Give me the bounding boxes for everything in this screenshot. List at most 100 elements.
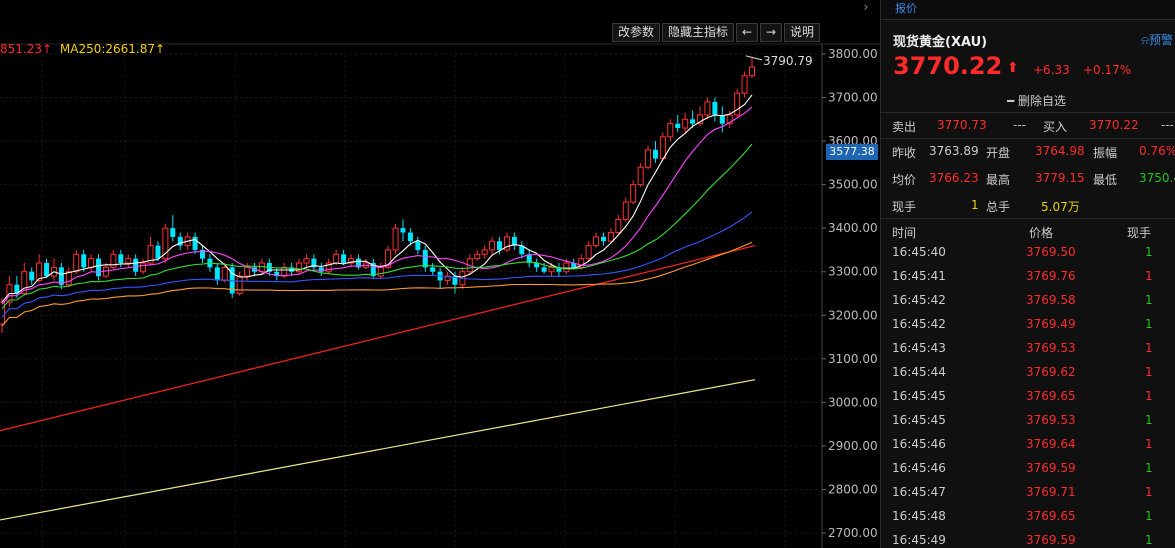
high-annotation: 3790.79 xyxy=(763,54,813,68)
candle-body xyxy=(110,253,117,268)
candle-body xyxy=(704,101,711,116)
amplitude-value: 0.76% xyxy=(1139,144,1175,158)
arrow-right-icon[interactable]: → xyxy=(759,23,782,42)
tick-row: 16:45:41 3769.76 1 xyxy=(881,265,1175,289)
candle-body xyxy=(593,236,600,247)
tick-price: 3769.65 xyxy=(1026,389,1076,403)
candle-body xyxy=(682,118,689,129)
candle-body xyxy=(675,123,681,129)
arrow-left-icon[interactable]: ← xyxy=(735,23,758,42)
tick-volume: 1 xyxy=(1145,437,1153,451)
sell-volume: --- xyxy=(1013,118,1026,132)
ma10-line xyxy=(1,106,753,305)
tick-volume: 1 xyxy=(1145,509,1153,523)
candle-body xyxy=(192,236,198,250)
tick-price: 3769.50 xyxy=(1026,245,1076,259)
candle-body xyxy=(281,266,288,277)
tick-price: 3769.58 xyxy=(1026,293,1076,307)
candle-body xyxy=(44,263,50,277)
candle-body xyxy=(377,266,384,277)
help-button[interactable]: 说明 xyxy=(783,23,820,42)
prev-close-value: 3763.89 xyxy=(929,144,979,158)
low-label: 最低 xyxy=(1093,173,1118,187)
remove-favorite-button[interactable]: ━ 删除自选 xyxy=(1007,92,1066,109)
tick-row: 16:45:47 3769.71 1 xyxy=(881,481,1175,505)
candle-body xyxy=(333,253,340,264)
open-value: 3764.98 xyxy=(1035,144,1085,158)
candle-body xyxy=(652,149,658,159)
tick-volume: 1 xyxy=(1145,413,1153,427)
tick-time: 16:45:42 xyxy=(892,293,946,307)
candle-body xyxy=(481,249,488,255)
candle-body xyxy=(489,240,496,251)
tick-volume: 1 xyxy=(1145,317,1153,331)
sell-value: 3770.73 xyxy=(937,118,987,132)
tick-price: 3769.49 xyxy=(1026,317,1076,331)
tick-row: 16:45:40 3769.50 1 xyxy=(881,241,1175,265)
candle-body xyxy=(541,267,547,272)
ma-long-line xyxy=(0,245,756,432)
tick-volume: 1 xyxy=(1145,341,1153,355)
candle-body xyxy=(155,245,161,259)
candle-body xyxy=(29,271,35,281)
tick-price: 3769.59 xyxy=(1026,461,1076,475)
tick-volume: 1 xyxy=(1145,245,1153,259)
candle-body xyxy=(430,267,436,272)
kline-chart-svg[interactable]: 3800.003700.003600.003500.003400.003300.… xyxy=(0,0,880,548)
arrow-up-icon: ⬆ xyxy=(1007,60,1019,76)
buy-value: 3770.22 xyxy=(1089,118,1139,132)
asset-name: 现货黄金(XAU) xyxy=(893,35,988,50)
tick-time: 16:45:41 xyxy=(892,269,946,283)
candle-body xyxy=(170,228,176,237)
y-axis-label: 3000.00 xyxy=(828,395,878,409)
chevron-right-icon[interactable]: › xyxy=(856,0,876,18)
tick-volume: 1 xyxy=(1145,293,1153,307)
ma-legend: 851.23↑ MA250:2661.87↑ xyxy=(0,42,169,56)
candle-body xyxy=(659,136,666,160)
candle-body xyxy=(415,241,421,250)
high-value: 3779.15 xyxy=(1035,171,1085,185)
high-marker xyxy=(745,55,763,61)
tick-price: 3769.71 xyxy=(1026,485,1076,499)
alert-button[interactable]: ⍾预警 xyxy=(1141,31,1173,48)
candle-body xyxy=(118,254,124,264)
candle-body xyxy=(400,228,406,233)
y-axis-label: 3500.00 xyxy=(828,178,878,192)
tab-quote[interactable]: 报价 xyxy=(881,0,1175,20)
y-axis-label: 3700.00 xyxy=(828,91,878,105)
bell-icon: ⍾ xyxy=(1141,33,1149,47)
candle-body xyxy=(341,254,347,264)
y-axis-label: 2800.00 xyxy=(828,482,878,496)
candle-body xyxy=(88,258,95,268)
candle-body xyxy=(497,241,503,250)
tick-time: 16:45:47 xyxy=(892,485,946,499)
tick-price: 3769.76 xyxy=(1026,269,1076,283)
price-change: +6.33 xyxy=(1033,63,1070,77)
edit-params-button[interactable]: 改参数 xyxy=(611,23,660,42)
y-axis-label: 3100.00 xyxy=(828,352,878,366)
stats-row-2: 均价 3766.23 最高 3779.15 最低 3750.49 xyxy=(881,165,1175,191)
tick-time: 16:45:44 xyxy=(892,365,946,379)
tab-quote-label: 报价 xyxy=(895,2,917,15)
candle-body xyxy=(749,66,755,77)
ticks-header-volume: 现手 xyxy=(1127,226,1152,240)
ticks-header: 时间 价格 现手 xyxy=(881,222,1175,240)
kline-chart[interactable]: 3800.00 3700.00 3600.00 3500.00 3400.00 3300.… xyxy=(0,0,880,548)
candle-body xyxy=(585,245,592,260)
candle-body xyxy=(303,258,310,264)
candle-body xyxy=(392,227,399,251)
candle-body xyxy=(622,201,629,220)
low-value: 3750.49 xyxy=(1139,171,1175,185)
tick-row: 16:45:42 3769.49 1 xyxy=(881,313,1175,337)
candle-body xyxy=(474,253,481,260)
amplitude-label: 振幅 xyxy=(1093,146,1118,160)
tick-time: 16:45:45 xyxy=(892,389,946,403)
remove-favorite-label: 删除自选 xyxy=(1018,94,1067,108)
candle-body xyxy=(615,218,622,234)
current-volume-label: 现手 xyxy=(892,200,917,214)
total-volume-value: 5.07万 xyxy=(1041,200,1080,214)
hide-main-indicator-button[interactable]: 隐藏主指标 xyxy=(661,23,734,42)
candle-body xyxy=(244,266,251,277)
candle-body xyxy=(133,258,139,272)
sell-label: 卖出 xyxy=(892,120,917,134)
